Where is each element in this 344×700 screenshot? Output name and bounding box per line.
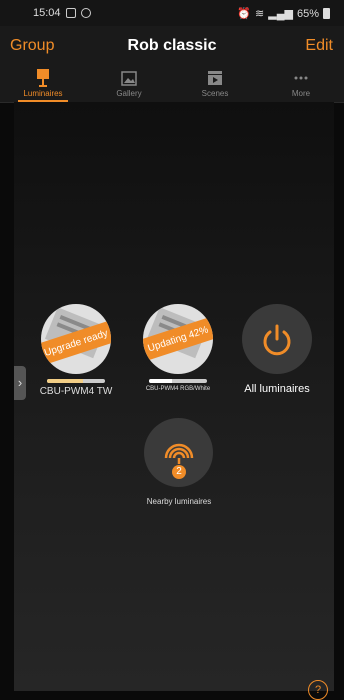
nearby-luminaires-card[interactable]: 2 Nearby luminaires	[144, 418, 213, 506]
nearby-luminaires-label: Nearby luminaires	[146, 497, 212, 506]
more-icon	[294, 76, 308, 80]
tab-gallery[interactable]: Gallery	[86, 66, 172, 102]
status-time: 15:04	[33, 7, 61, 19]
all-luminaires-toggle[interactable]	[242, 304, 312, 374]
tab-label: Gallery	[116, 89, 142, 98]
status-bar: 15:04 ⏰ ≋ ▂▄▆ 65%	[0, 0, 344, 26]
nearby-count-badge: 2	[172, 465, 186, 479]
luminaire-card[interactable]: Updating 42% CBU-PWM4 RGB/White	[143, 304, 213, 392]
luminaire-card[interactable]: Upgrade ready CBU-PWM4 TW	[40, 304, 112, 397]
gallery-icon	[121, 71, 137, 86]
battery-icon	[323, 8, 330, 19]
edit-button[interactable]: Edit	[305, 37, 333, 55]
all-luminaires-card[interactable]: All luminaires	[242, 304, 312, 395]
tab-label: More	[291, 89, 311, 98]
status-left: 15:04	[33, 7, 91, 19]
tab-more[interactable]: More	[258, 66, 344, 102]
lamp-icon	[37, 69, 49, 87]
wifi-icon: ≋	[255, 8, 265, 20]
signal-icon: ▂▄▆	[268, 8, 293, 20]
luminaire-name: CBU-PWM4 TW	[39, 386, 113, 397]
scenes-icon	[208, 71, 222, 85]
message-icon	[65, 8, 76, 18]
brightness-bar	[47, 379, 105, 383]
tab-scenes[interactable]: Scenes	[172, 66, 258, 102]
brightness-bar	[149, 379, 207, 383]
tab-luminaires[interactable]: Luminaires	[0, 66, 86, 102]
power-icon	[263, 324, 291, 356]
tab-bar: Luminaires Gallery Scenes More	[0, 66, 344, 103]
status-right: ⏰ ≋ ▂▄▆ 65%	[237, 7, 330, 20]
tab-label: Scenes	[201, 89, 229, 98]
page-title: Rob classic	[127, 37, 217, 54]
luminaire-image: Updating 42%	[143, 304, 213, 374]
notification-icon	[80, 8, 91, 18]
help-button[interactable]: ?	[308, 680, 328, 700]
alarm-icon: ⏰	[237, 8, 252, 20]
app-header: Group Rob classic Edit	[0, 26, 344, 66]
battery-level: 65%	[296, 7, 319, 20]
tab-label: Luminaires	[23, 89, 63, 98]
luminaire-name: CBU-PWM4 RGB/White	[145, 386, 211, 392]
luminaire-image: Upgrade ready	[41, 304, 111, 374]
nearby-luminaires-button[interactable]: 2	[144, 418, 213, 487]
all-luminaires-label: All luminaires	[244, 383, 310, 395]
